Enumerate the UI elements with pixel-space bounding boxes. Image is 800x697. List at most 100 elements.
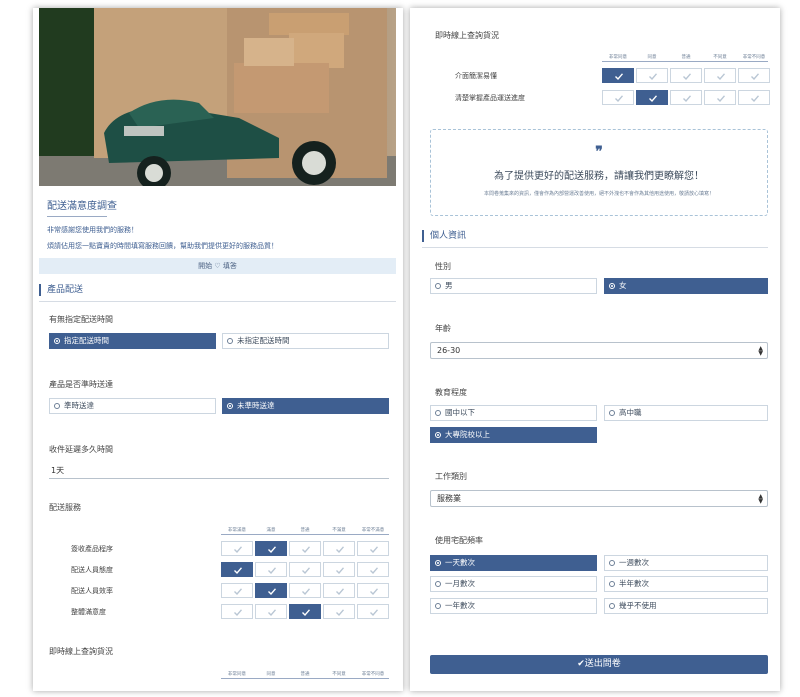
option-freq-never[interactable]: 幾乎不使用 [604,598,768,614]
matrix-cell-checkbox[interactable] [289,604,321,619]
matrix-cell-checkbox[interactable] [704,90,736,105]
delay-input-underline [49,478,389,479]
col-header-4b: 不同意 [332,672,346,677]
hero-image [39,8,396,186]
matrix-cell-checkbox[interactable] [670,90,702,105]
option-edu-highschool[interactable]: 高中職 [604,405,768,421]
survey-page-right: 即時線上查詢貨況 非常同意 同意 普通 不同意 非常不同意 介面簡潔易懂 清楚掌握… [410,8,780,691]
matrix-cell-checkbox[interactable] [602,90,634,105]
quote-title: 為了提供更好的配送服務，請讓我們更瞭解您！ [494,171,704,182]
question-education-label: 教育程度 [435,388,467,397]
section-title-product-delivery: 產品配送 [39,284,83,296]
matrix-cell-checkbox[interactable] [670,68,702,83]
option-freq-weekly[interactable]: 一週數次 [604,555,768,571]
option-gender-male[interactable]: 男 [430,278,597,294]
col-header-2b: 同意 [266,672,276,677]
matrix-cell-checkbox[interactable] [636,68,668,83]
personal-section-divider [422,247,768,248]
option-gender-female[interactable]: 女 [604,278,768,294]
quote-icon: ❞ [595,144,603,160]
col-header-2: 滿意 [266,528,276,533]
matrix-header-rule-2 [221,678,389,679]
col-header-3: 普通 [300,528,310,533]
matrix-cell-checkbox[interactable] [704,68,736,83]
matrix-cell-checkbox[interactable] [738,90,770,105]
matrix-cell-checkbox[interactable] [323,583,355,598]
col-header-1b: 非常同意 [228,672,246,677]
col-header-r1: 非常同意 [609,55,627,60]
matrix-cell-checkbox[interactable] [255,562,287,577]
option-specified-time[interactable]: 指定配送時間 [49,333,216,349]
question-delivery-time-label: 有無指定配送時間 [49,315,113,324]
intro-text-2: 煩請佔用您一點寶貴的時間填寫服務回饋，幫助我們提供更好的服務品質！ [47,242,278,250]
option-freq-monthly[interactable]: 一月數次 [430,576,597,592]
col-header-3b: 普通 [300,672,310,677]
col-header-1: 非常滿意 [228,528,246,533]
option-freq-yearly[interactable]: 一年數次 [430,598,597,614]
matrix-row-label: 整體滿意度 [71,608,106,616]
section-divider [39,301,396,302]
matrix-cell-checkbox[interactable] [289,562,321,577]
option-freq-halfyear[interactable]: 半年數次 [604,576,768,592]
question-frequency-label: 使用宅配頻率 [435,536,483,545]
col-header-r4: 不同意 [713,55,727,60]
col-header-4: 不滿意 [332,528,346,533]
age-select[interactable]: 26-30 ▲ ▼ [430,342,768,359]
select-caret-icon: ▲ ▼ [758,493,763,505]
matrix-cell-checkbox[interactable] [255,583,287,598]
matrix-row-label: 簽收產品程序 [71,545,113,553]
job-select[interactable]: 服務業 ▲ ▼ [430,490,768,507]
matrix-cell-checkbox[interactable] [323,604,355,619]
question-delay-label: 收件延遲多久時間 [49,445,113,454]
option-late[interactable]: 未準時送達 [222,398,389,414]
matrix-cell-checkbox[interactable] [357,604,389,619]
quote-subtitle: 本問卷蒐集來的資訊，僅會作為內部營運改善使用，絕不外洩也不會作為其他用途使用，敬… [483,191,714,197]
matrix-cell-checkbox[interactable] [323,541,355,556]
survey-page-left: 配送滿意度調查 非常感謝您使用我們的服務！ 煩請佔用您一點寶貴的時間填寫服務回饋… [33,8,403,691]
col-header-5b: 非常不同意 [361,672,385,677]
option-freq-daily[interactable]: 一天數次 [430,555,597,571]
matrix-cell-checkbox[interactable] [221,604,253,619]
matrix-row-label: 清楚掌握產品運送進度 [455,94,525,102]
col-header-r2: 同意 [647,55,657,60]
col-header-r3: 普通 [681,55,691,60]
col-header-5: 非常不滿意 [361,528,385,533]
question-on-time-label: 產品是否準時送達 [49,380,113,389]
section-title-personal: 個人資訊 [422,230,466,242]
matrix-cell-checkbox[interactable] [636,90,668,105]
matrix-cell-checkbox[interactable] [738,68,770,83]
matrix-cell-checkbox[interactable] [221,583,253,598]
start-survey-button[interactable]: 開始 ♡ 填答 [39,258,396,274]
matrix-row-label: 配送人員態度 [71,566,113,574]
matrix-cell-checkbox[interactable] [255,604,287,619]
title-divider [47,216,107,217]
matrix-cell-checkbox[interactable] [255,541,287,556]
matrix-cell-checkbox[interactable] [602,68,634,83]
option-unspecified-time[interactable]: 未指定配送時間 [222,333,389,349]
intro-text-1: 非常感謝您使用我們的服務！ [47,226,138,234]
submit-survey-button[interactable]: ✔送出問卷 [430,655,768,674]
matrix-cell-checkbox[interactable] [289,541,321,556]
option-on-time[interactable]: 準時送達 [49,398,216,414]
matrix-cell-checkbox[interactable] [289,583,321,598]
select-caret-icon: ▲ ▼ [758,345,763,357]
option-edu-college[interactable]: 大專院校以上 [430,427,597,443]
survey-title: 配送滿意度調查 [47,201,117,212]
delay-input[interactable]: 1天 [51,465,64,476]
question-delivery-service-label: 配送服務 [49,503,81,512]
question-online-query-label: 即時線上查詢貨況 [49,647,113,656]
matrix-cell-checkbox[interactable] [221,541,253,556]
question-age-label: 年齡 [435,324,451,333]
matrix-cell-checkbox[interactable] [357,562,389,577]
online-query-header-rule [602,61,768,62]
question-job-label: 工作類別 [435,472,467,481]
option-edu-junior[interactable]: 國中以下 [430,405,597,421]
matrix-cell-checkbox[interactable] [221,562,253,577]
matrix-row-label: 介面簡潔易懂 [455,72,497,80]
matrix-cell-checkbox[interactable] [357,583,389,598]
matrix-cell-checkbox[interactable] [357,541,389,556]
privacy-quote-box: ❞ 為了提供更好的配送服務，請讓我們更瞭解您！ 本問卷蒐集來的資訊，僅會作為內部… [430,129,768,216]
matrix-row-label: 配送人員效率 [71,587,113,595]
col-header-r5: 非常不同意 [742,55,766,60]
matrix-cell-checkbox[interactable] [323,562,355,577]
